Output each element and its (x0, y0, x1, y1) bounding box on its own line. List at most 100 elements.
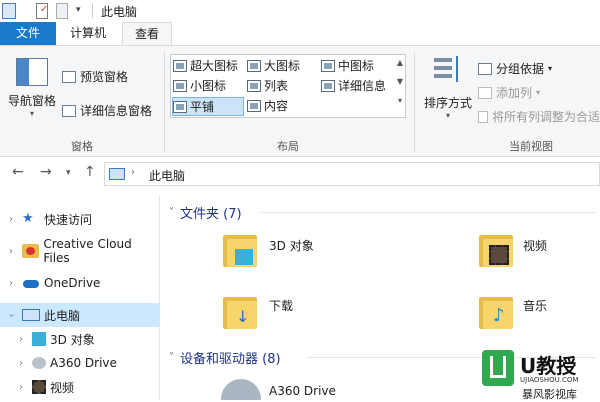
preview-pane-label: 预览窗格 (80, 70, 129, 84)
chevron-down-icon: ▾ (446, 111, 451, 120)
folder-3d-objects-icon[interactable] (221, 231, 261, 269)
layout-details[interactable]: 详细信息 (321, 77, 386, 94)
layout-item-label: 超大图标 (190, 59, 239, 73)
window-icon (2, 3, 16, 19)
expand-chevron-icon[interactable]: › (0, 214, 22, 225)
sort-by-button[interactable]: 排序方式 ▾ (424, 94, 472, 120)
computer-icon (109, 168, 125, 180)
layout-item-label: 内容 (264, 99, 289, 113)
a360-drive-icon[interactable] (221, 379, 261, 400)
devices-section-title: 设备和驱动器 (8) (180, 352, 281, 367)
layout-extra-large-icons[interactable]: 超大图标 (173, 57, 238, 74)
collapse-chevron-icon[interactable]: ˅ (169, 352, 174, 363)
layout-list[interactable]: 列表 (247, 77, 288, 94)
ribbon-separator (164, 52, 165, 152)
large-icons-icon (247, 59, 261, 72)
folders-section-header[interactable]: ˅ 文件夹 (7) (169, 203, 242, 222)
sort-by-label: 排序方式 (424, 96, 473, 110)
cube-icon (32, 332, 46, 346)
breadcrumb-separator-icon[interactable]: › (131, 167, 135, 178)
expand-chevron-icon[interactable]: › (10, 358, 32, 369)
layout-gallery: 超大图标 大图标 中图标 小图标 列表 详细信息 平铺 内容 (170, 54, 406, 118)
section-divider (261, 212, 596, 213)
folder-name[interactable]: 音乐 (523, 297, 547, 314)
navigation-pane-label: 导航窗格 (8, 94, 57, 108)
nav-item-onedrive[interactable]: › OneDrive (0, 271, 160, 295)
folder-name[interactable]: 3D 对象 (269, 237, 314, 254)
devices-section-header[interactable]: ˅ 设备和驱动器 (8) (169, 348, 281, 367)
tab-computer[interactable]: 计算机 (58, 22, 118, 45)
extra-large-icons-icon (173, 59, 187, 72)
watermark-brand: U教授 (520, 354, 577, 378)
tiles-icon (173, 100, 187, 113)
computer-icon (22, 309, 40, 321)
address-bar[interactable]: › 此电脑 (104, 162, 600, 186)
layout-large-icons[interactable]: 大图标 (247, 57, 300, 74)
folder-name[interactable]: 视频 (523, 237, 547, 254)
nav-item-quick-access[interactable]: › ★ 快速访问 (0, 207, 160, 231)
collapse-chevron-icon[interactable]: › (6, 304, 17, 326)
folder-music-icon[interactable]: ♪ (477, 293, 517, 331)
nav-item-a360-drive[interactable]: › A360 Drive (0, 351, 160, 375)
layout-small-icons[interactable]: 小图标 (173, 77, 226, 94)
layout-item-label: 列表 (264, 79, 289, 93)
up-arrow-icon[interactable]: ↑ (84, 164, 96, 180)
device-name[interactable]: A360 Drive (269, 384, 336, 398)
address-path[interactable]: 此电脑 (149, 167, 185, 184)
nav-item-3d-objects[interactable]: › 3D 对象 (0, 327, 160, 351)
expand-chevron-icon[interactable]: › (0, 278, 22, 289)
ribbon: 导航窗格 ▾ 预览窗格 详细信息窗格 窗格 超大图标 大图标 中图标 小图标 列… (0, 45, 600, 157)
chevron-down-icon: ▾ (548, 64, 553, 73)
scroll-up-icon[interactable]: ▲ (394, 58, 406, 67)
window-title: 此电脑 (101, 5, 138, 19)
layout-medium-icons[interactable]: 中图标 (321, 57, 374, 74)
preview-pane-button[interactable]: 预览窗格 (62, 68, 128, 85)
details-pane-button[interactable]: 详细信息窗格 (62, 102, 152, 119)
content-icon (247, 99, 261, 112)
collapse-chevron-icon[interactable]: ˅ (169, 207, 174, 218)
forward-arrow-icon[interactable]: → (40, 164, 52, 180)
new-folder-icon[interactable] (56, 3, 68, 19)
small-icons-icon (173, 79, 187, 92)
folder-videos-icon[interactable] (477, 231, 517, 269)
add-column-button[interactable]: 添加列 ▾ (478, 84, 540, 101)
navigation-pane-button[interactable]: 导航窗格 ▾ (8, 92, 56, 118)
scroll-down-icon[interactable]: ▼ (394, 77, 406, 86)
nav-item-videos[interactable]: › 视频 (0, 375, 160, 399)
nav-item-this-pc[interactable]: › 此电脑 (0, 303, 160, 327)
expand-chevron-icon[interactable]: › (0, 246, 22, 257)
quick-access-dropdown-icon[interactable]: ▾ (76, 5, 81, 21)
preview-pane-icon (62, 70, 76, 83)
nav-item-label: A360 Drive (50, 356, 117, 370)
expand-gallery-icon[interactable]: ▾ (394, 96, 406, 105)
group-by-icon (478, 62, 492, 75)
star-icon: ★ (22, 211, 34, 226)
group-label-current-view: 当前视图 (509, 140, 553, 153)
expand-chevron-icon[interactable]: › (10, 334, 32, 345)
folder-name[interactable]: 下载 (269, 297, 293, 314)
layout-gallery-scroll[interactable]: ▲ ▼ ▾ (394, 54, 406, 118)
checkmark-icon: ✓ (40, 4, 49, 15)
details-icon (321, 79, 335, 92)
tab-view[interactable]: 查看 (122, 22, 172, 45)
video-icon (32, 380, 46, 394)
nav-item-creative-cloud[interactable]: › Creative Cloud Files (0, 237, 160, 265)
folder-downloads-icon[interactable]: ↓ (221, 293, 261, 331)
layout-item-label: 详细信息 (338, 79, 387, 93)
watermark: U教授 UJIAOSHOU.COM 暴风影视库 (478, 348, 600, 401)
creative-cloud-icon (21, 244, 40, 258)
layout-content[interactable]: 内容 (247, 97, 288, 114)
add-column-label: 添加列 (496, 86, 533, 100)
recent-locations-icon[interactable]: ▾ (66, 168, 71, 178)
back-arrow-icon[interactable]: ← (12, 164, 24, 180)
group-by-button[interactable]: 分组依据 ▾ (478, 60, 552, 77)
fit-columns-button[interactable]: 将所有列调整为合适 (478, 108, 600, 125)
layout-item-label: 中图标 (338, 59, 375, 73)
expand-chevron-icon[interactable]: › (10, 382, 32, 393)
layout-tiles[interactable]: 平铺 (172, 97, 244, 116)
watermark-url: UJIAOSHOU.COM (520, 376, 579, 384)
tab-file[interactable]: 文件 (0, 22, 56, 45)
details-pane-label: 详细信息窗格 (80, 104, 153, 118)
navigation-pane-icon[interactable] (16, 58, 48, 86)
group-label-layout: 布局 (277, 140, 299, 153)
